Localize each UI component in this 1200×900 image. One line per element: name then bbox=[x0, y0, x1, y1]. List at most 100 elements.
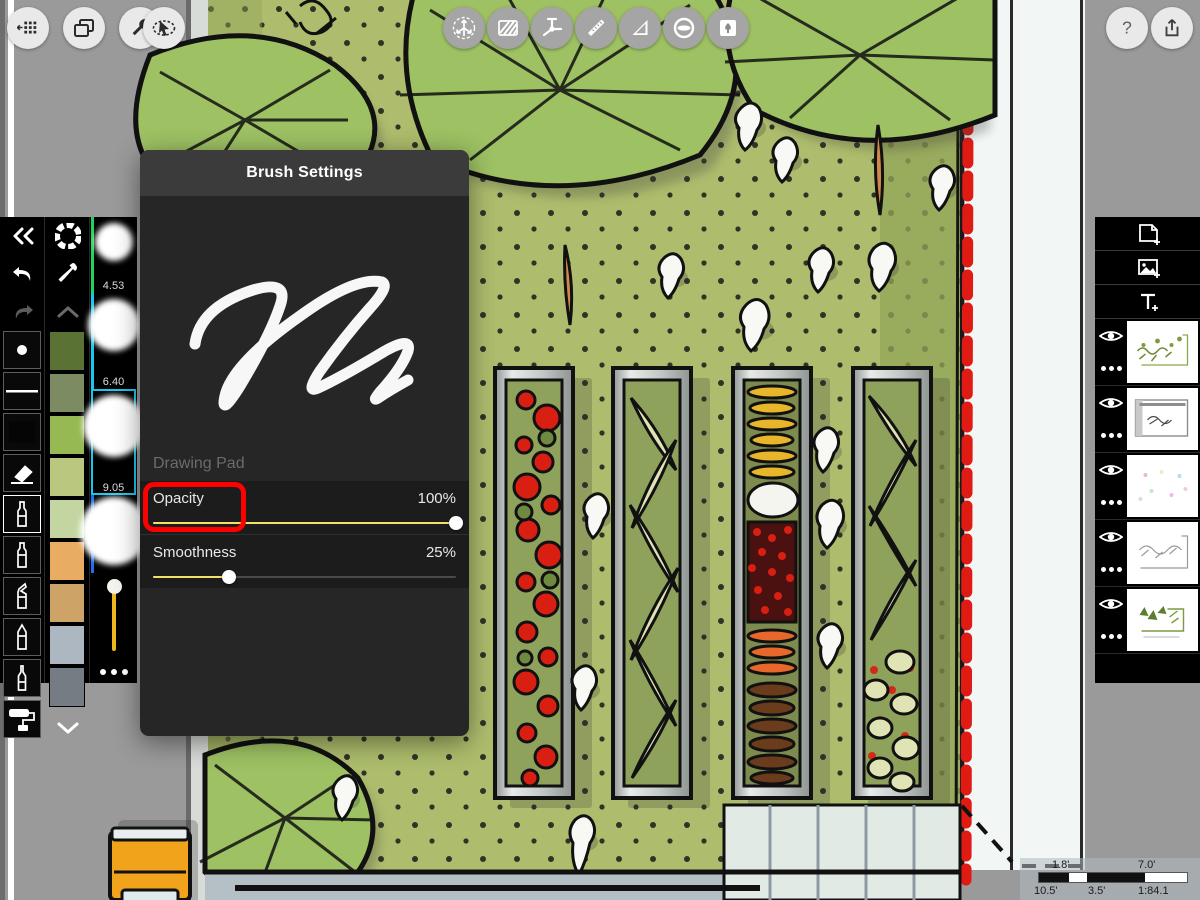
layer-visibility-toggle[interactable] bbox=[1095, 386, 1127, 419]
color-wheel-button[interactable] bbox=[45, 217, 90, 255]
opacity-slider[interactable]: Opacity 100% bbox=[140, 481, 469, 534]
redo-button[interactable] bbox=[0, 293, 45, 331]
colors-scroll-up-button[interactable] bbox=[45, 293, 90, 331]
tool-line[interactable] bbox=[3, 372, 41, 410]
tool-marker-2[interactable] bbox=[3, 536, 41, 574]
stamp-button[interactable] bbox=[707, 7, 749, 49]
share-button[interactable] bbox=[1151, 7, 1193, 49]
slider-knob[interactable] bbox=[106, 579, 122, 594]
layer-thumbnail[interactable] bbox=[1127, 388, 1198, 450]
set-square-button[interactable] bbox=[619, 7, 661, 49]
brush-size-4[interactable] bbox=[79, 495, 148, 573]
color-swatch-6[interactable] bbox=[49, 541, 85, 581]
ellipse-button[interactable] bbox=[663, 7, 705, 49]
tool-fill[interactable] bbox=[3, 413, 41, 451]
layer-menu-button[interactable] bbox=[1095, 352, 1127, 385]
tool-marker-4[interactable] bbox=[3, 618, 41, 656]
three-dots-icon bbox=[110, 669, 117, 675]
pan-button[interactable] bbox=[443, 7, 485, 49]
layer-menu-button[interactable] bbox=[1095, 620, 1127, 653]
add-layer-button[interactable] bbox=[1095, 217, 1200, 251]
brush-size-3[interactable]: 9.05 bbox=[82, 389, 145, 495]
copy-stack-icon bbox=[74, 19, 94, 37]
help-button[interactable]: ? bbox=[1106, 7, 1148, 49]
layer-thumbnail[interactable] bbox=[1127, 321, 1198, 383]
image-plus-icon bbox=[1137, 258, 1160, 278]
ruler-button[interactable] bbox=[575, 7, 617, 49]
layer-menu-button[interactable] bbox=[1095, 419, 1127, 452]
brush-size-1[interactable]: 4.53 bbox=[91, 217, 136, 293]
undo-button[interactable] bbox=[0, 255, 45, 293]
layer-visibility-toggle[interactable] bbox=[1095, 520, 1127, 553]
layer-menu-button[interactable] bbox=[1095, 486, 1127, 519]
tool-dot[interactable] bbox=[3, 331, 41, 369]
color-wheel-icon bbox=[54, 223, 81, 249]
rail-more-button[interactable] bbox=[90, 659, 137, 685]
tool-marker-1[interactable] bbox=[3, 495, 41, 533]
layer-row[interactable] bbox=[1095, 386, 1200, 453]
layer-row[interactable] bbox=[1095, 319, 1200, 386]
redo-arrow-icon bbox=[15, 305, 33, 319]
color-swatch-4[interactable] bbox=[49, 457, 85, 497]
slider-knob[interactable] bbox=[449, 516, 463, 530]
layer-controls bbox=[1095, 587, 1127, 653]
slider-fill bbox=[153, 576, 229, 578]
hatch-button[interactable] bbox=[487, 7, 529, 49]
filled-rect-icon bbox=[9, 421, 35, 443]
layer-thumbnail[interactable] bbox=[1127, 455, 1198, 517]
color-swatch-3[interactable] bbox=[49, 415, 85, 455]
scale-bar-segment bbox=[1087, 873, 1145, 882]
layer-visibility-toggle[interactable] bbox=[1095, 319, 1127, 352]
color-swatch-9[interactable] bbox=[49, 667, 85, 707]
spray-pen-icon bbox=[17, 582, 27, 609]
tool-marker-5[interactable] bbox=[3, 659, 41, 697]
opacity-slider-rail[interactable] bbox=[153, 516, 463, 530]
layer-visibility-toggle[interactable] bbox=[1095, 587, 1127, 620]
planter-1 bbox=[493, 366, 575, 800]
color-swatch-7[interactable] bbox=[49, 583, 85, 623]
color-swatch-2[interactable] bbox=[49, 373, 85, 413]
opacity-label: Opacity bbox=[153, 490, 204, 507]
three-dots-icon bbox=[1100, 567, 1106, 572]
layer-row[interactable] bbox=[1095, 453, 1200, 520]
layer-row[interactable] bbox=[1095, 520, 1200, 587]
rail-opacity-slider[interactable] bbox=[90, 573, 137, 659]
brush-stroke-preview[interactable] bbox=[140, 196, 469, 446]
color-swatch-1[interactable] bbox=[49, 331, 85, 371]
left-tool-rail: 4.53 6.40 9.05 bbox=[0, 217, 148, 738]
layer-menu-button[interactable] bbox=[1095, 553, 1127, 586]
three-dots-icon bbox=[1108, 567, 1114, 572]
three-dots-icon bbox=[1116, 433, 1122, 438]
colors-scroll-down-button[interactable] bbox=[45, 709, 90, 747]
perspective-button[interactable] bbox=[531, 7, 573, 49]
slider-track bbox=[111, 585, 116, 651]
layer-thumbnail[interactable] bbox=[1127, 589, 1198, 651]
scale-tick-label: 7.0' bbox=[1138, 859, 1156, 871]
color-swatch-8[interactable] bbox=[49, 625, 85, 665]
brush-size-2[interactable]: 6.40 bbox=[87, 293, 140, 389]
grid-button[interactable] bbox=[7, 7, 49, 49]
collapse-rail-button[interactable] bbox=[0, 217, 45, 255]
eye-icon bbox=[1099, 598, 1123, 609]
grid-icon bbox=[17, 21, 37, 34]
select-button[interactable] bbox=[143, 7, 185, 49]
scale-bar-widget[interactable]: 1.8' 7.0' 10.5' 3.5' 1:84.1 bbox=[1020, 858, 1200, 900]
brush-settings-panel[interactable]: Brush Settings Drawing Pad Opacity 100% … bbox=[140, 150, 469, 736]
add-text-button[interactable] bbox=[1095, 285, 1200, 319]
tool-eraser[interactable] bbox=[3, 454, 41, 492]
slider-knob[interactable] bbox=[221, 570, 236, 584]
tool-marker-3[interactable] bbox=[3, 577, 41, 615]
smoothness-slider-rail[interactable] bbox=[153, 570, 456, 584]
brush-preview-blob bbox=[94, 223, 133, 261]
three-dots-icon bbox=[1116, 500, 1122, 505]
three-dots-icon bbox=[99, 669, 106, 675]
fine-pen-icon bbox=[17, 665, 27, 691]
layer-visibility-toggle[interactable] bbox=[1095, 453, 1127, 486]
smoothness-slider[interactable]: Smoothness 25% bbox=[140, 534, 469, 588]
projects-button[interactable] bbox=[63, 7, 105, 49]
eyedropper-button[interactable] bbox=[45, 255, 90, 293]
add-image-button[interactable] bbox=[1095, 251, 1200, 285]
tool-roller[interactable] bbox=[3, 700, 41, 738]
layer-thumbnail[interactable] bbox=[1127, 522, 1198, 584]
layer-row[interactable] bbox=[1095, 587, 1200, 654]
